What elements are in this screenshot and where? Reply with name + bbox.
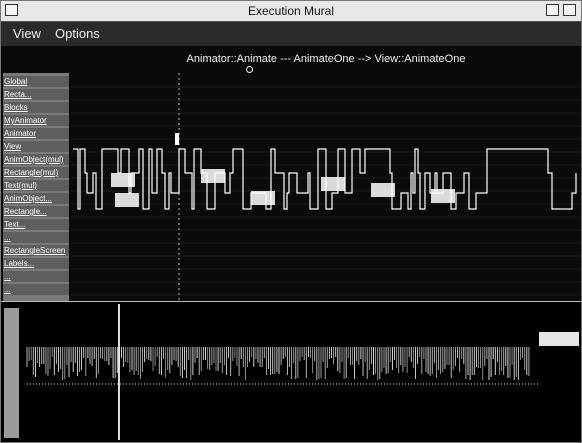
activity-block (115, 193, 139, 207)
class-label[interactable]: Text... (3, 219, 69, 230)
class-label-panel: Global Recta... Blocks MyAnimator Animator Vi… (3, 73, 69, 301)
overview-label-strip (4, 308, 19, 438)
activity-block (251, 191, 275, 205)
class-label[interactable]: View (3, 141, 69, 152)
title-bar[interactable]: Execution Mural (1, 1, 581, 22)
class-label[interactable]: ... (3, 271, 69, 282)
activity-block (321, 177, 345, 191)
overview-canvas[interactable] (19, 302, 581, 442)
window-title: Execution Mural (247, 4, 335, 18)
class-label[interactable]: Labels... (3, 258, 69, 269)
cursor-marker (175, 133, 179, 145)
overview-mural[interactable] (1, 302, 581, 442)
class-label[interactable]: Rectangle... (3, 206, 69, 217)
class-label[interactable]: AnimObject... (3, 193, 69, 204)
class-label[interactable]: ... (3, 232, 69, 243)
activity-block (431, 189, 455, 203)
class-label[interactable]: Text(mul) (3, 180, 69, 191)
class-label[interactable]: Rectangle(mul) (3, 167, 69, 178)
activity-block (111, 173, 135, 187)
marker-dot (246, 66, 253, 73)
menu-view[interactable]: View (13, 26, 41, 41)
menu-options[interactable]: Options (55, 26, 100, 41)
class-label[interactable]: Recta... (3, 89, 69, 100)
menu-bar: View Options (1, 22, 581, 46)
message-lanes[interactable] (71, 73, 581, 301)
class-label[interactable]: ... (3, 284, 69, 295)
maximize-button[interactable] (563, 4, 576, 16)
class-label[interactable]: Global (3, 76, 69, 87)
class-label[interactable]: Animator (3, 128, 69, 139)
activity-block (201, 169, 225, 183)
overview-viewport (539, 332, 579, 346)
class-label[interactable]: RectangleScreen (3, 245, 69, 256)
lanes-canvas[interactable] (71, 73, 581, 301)
minimize-button[interactable] (546, 4, 559, 16)
activity-block (371, 183, 395, 197)
class-label[interactable]: AnimObject(mul) (3, 154, 69, 165)
mural-caption: Animator::Animate --- AnimateOne --> Vie… (186, 53, 466, 65)
execution-mural-window: Execution Mural View Options Animator::A… (0, 0, 582, 443)
class-label[interactable]: Blocks (3, 102, 69, 113)
class-label[interactable]: MyAnimator (3, 115, 69, 126)
